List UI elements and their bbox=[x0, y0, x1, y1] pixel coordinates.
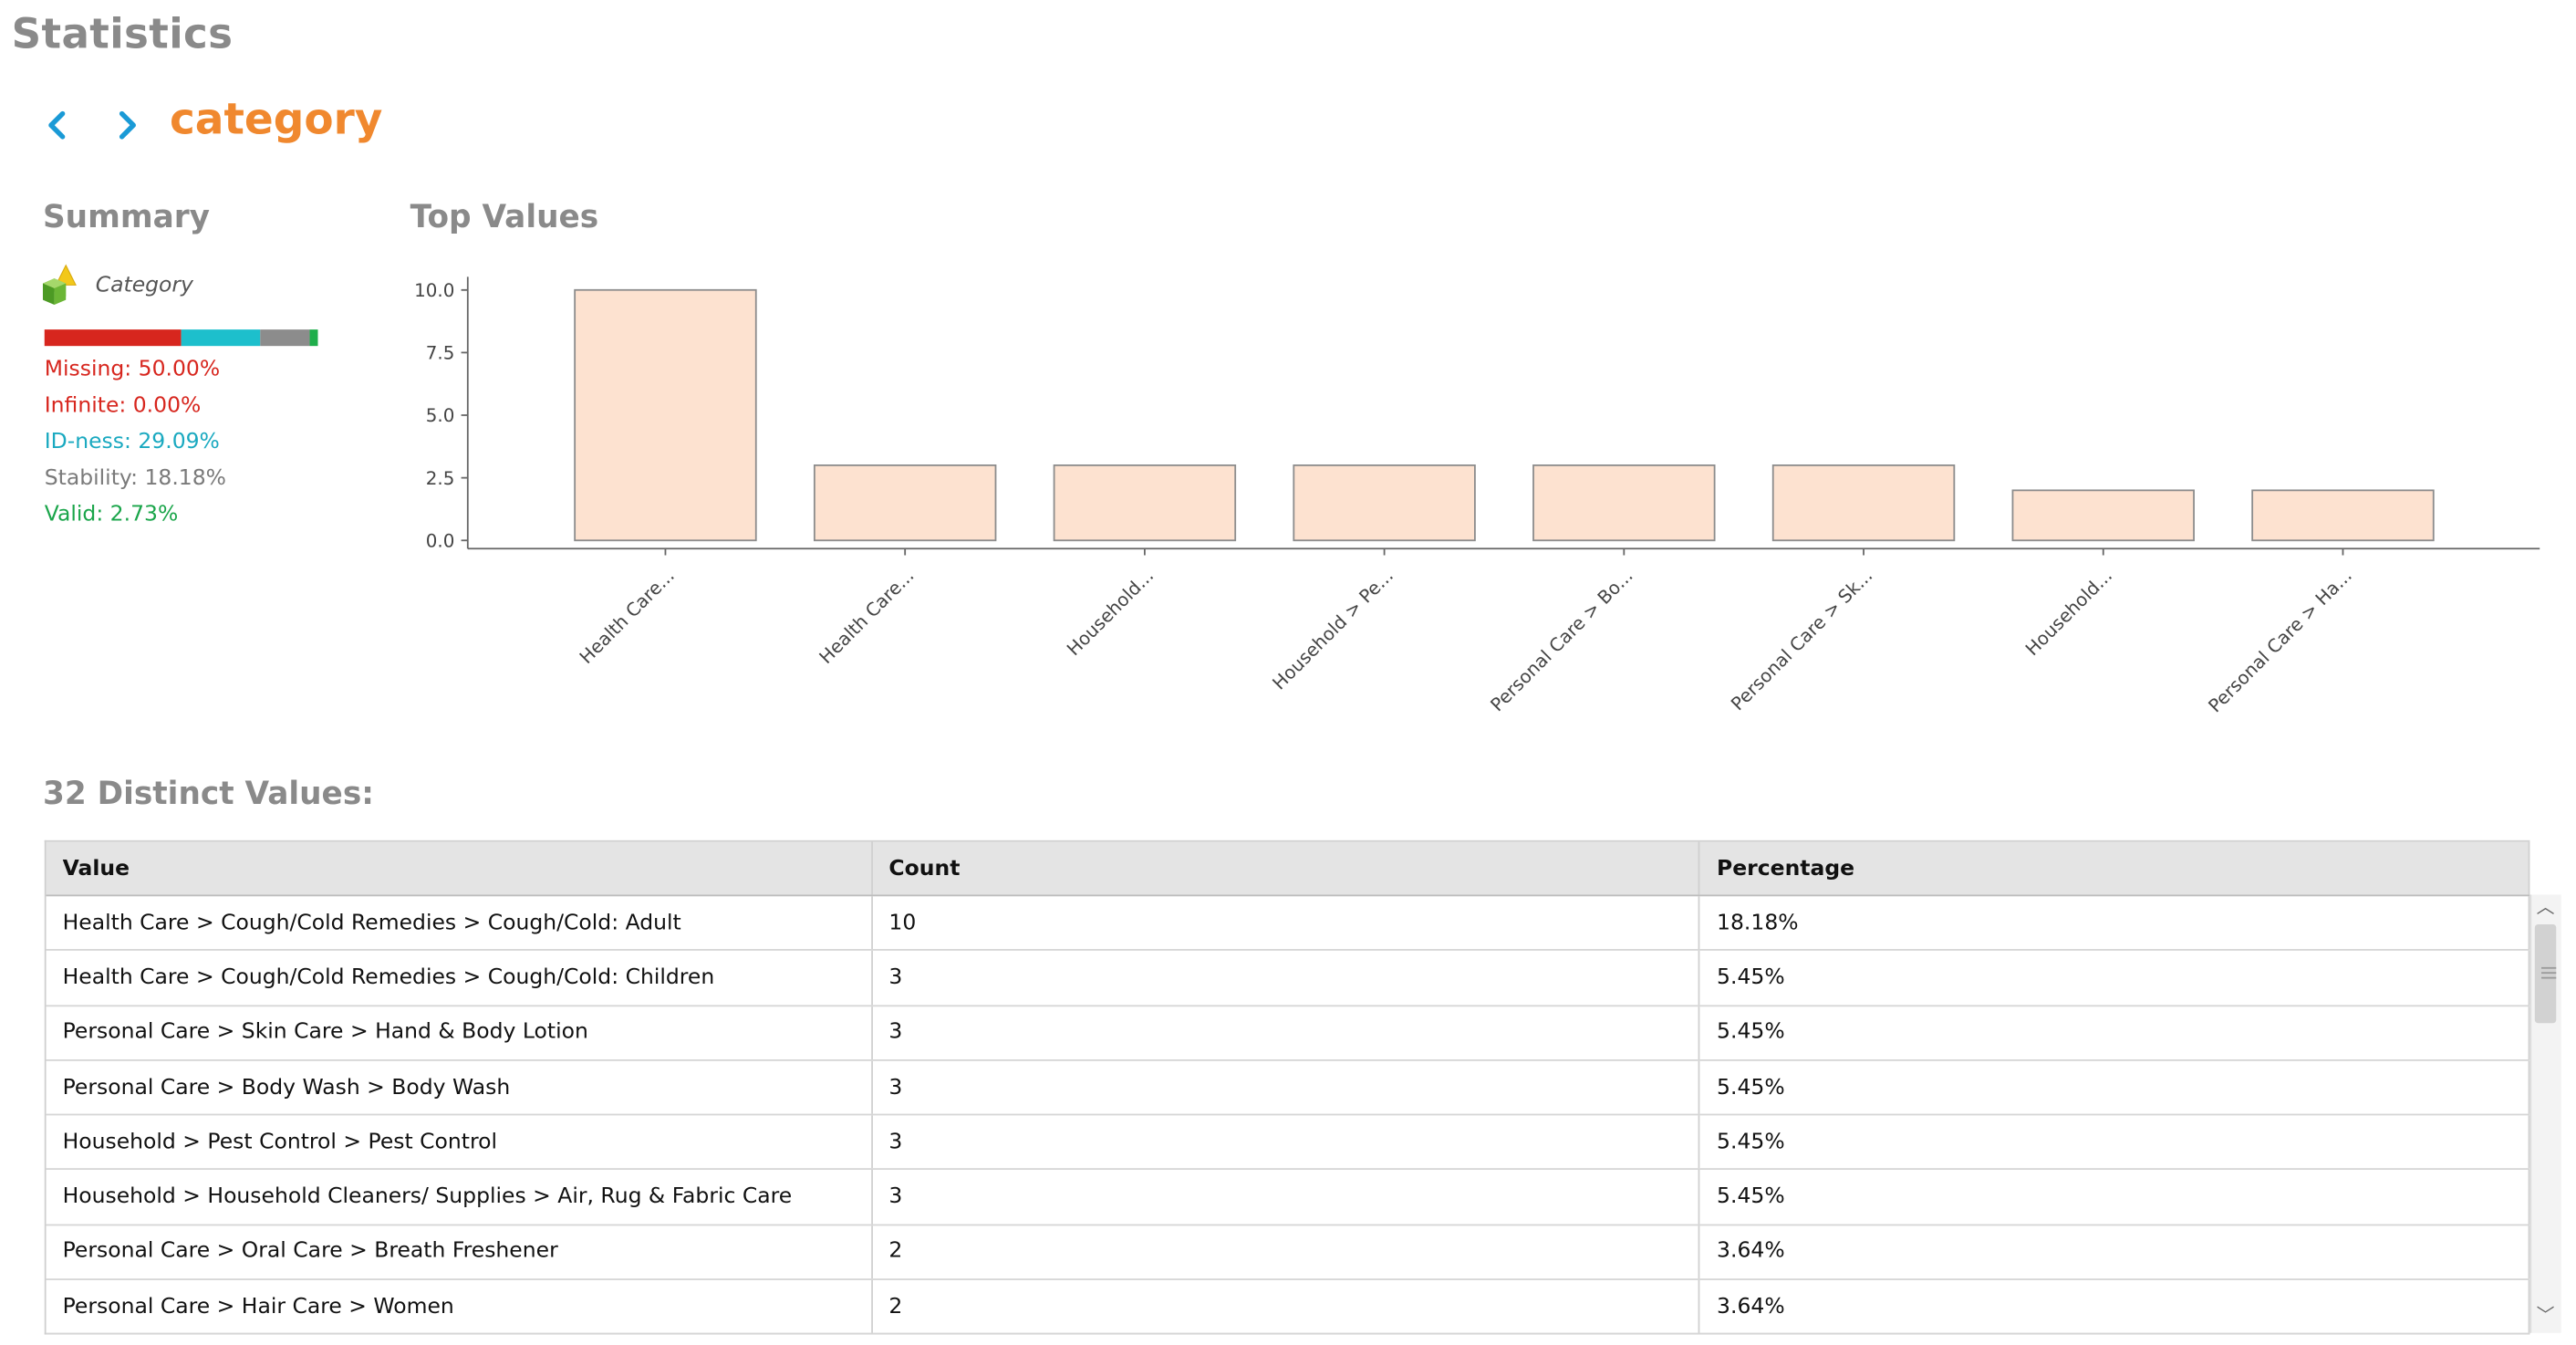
percentage-cell: 5.45% bbox=[1700, 1170, 2530, 1225]
value-cell: Health Care > Cough/Cold Remedies > Coug… bbox=[47, 951, 873, 1005]
column-header-count[interactable]: Count bbox=[872, 841, 1700, 895]
count-cell: 10 bbox=[872, 896, 1700, 950]
y-tick-label: 2.5 bbox=[426, 468, 455, 489]
distinct-values-table: Value Count Percentage Health Care > Cou… bbox=[44, 839, 2530, 1336]
bar bbox=[1771, 464, 1956, 542]
percentage-cell: 5.45% bbox=[1700, 1006, 2530, 1059]
percentage-cell: 5.45% bbox=[1700, 951, 2530, 1005]
x-tick-label: Household... bbox=[2021, 565, 2116, 660]
page-title: Statistics bbox=[11, 9, 234, 58]
count-cell: 3 bbox=[872, 1060, 1700, 1114]
table-scrollbar[interactable]: ︿ ﹀ bbox=[2529, 894, 2561, 1333]
x-tick-label: Health Care... bbox=[576, 565, 679, 668]
table-row[interactable]: Personal Care > Skin Care > Hand & Body … bbox=[46, 1006, 2530, 1061]
x-tick-label: Household... bbox=[1063, 565, 1158, 660]
x-tick-label: Personal Care > Ha... bbox=[2205, 565, 2356, 716]
count-cell: 3 bbox=[872, 951, 1700, 1005]
y-tick-label: 7.5 bbox=[426, 343, 455, 364]
top-values-title: Top Values bbox=[410, 199, 599, 236]
bar bbox=[1053, 464, 1237, 542]
table-body: Health Care > Cough/Cold Remedies > Coug… bbox=[46, 896, 2530, 1336]
count-cell: 3 bbox=[872, 1006, 1700, 1059]
x-tick-label: Health Care... bbox=[815, 565, 919, 668]
type-label: Category bbox=[95, 273, 193, 298]
bar bbox=[1293, 464, 1476, 542]
table-row[interactable]: Household > Household Cleaners/ Supplies… bbox=[46, 1170, 2530, 1225]
quality-segment-id-ness bbox=[181, 329, 261, 347]
percentage-cell: 5.45% bbox=[1700, 1115, 2530, 1170]
bar bbox=[2251, 489, 2435, 542]
table-row[interactable]: Health Care > Cough/Cold Remedies > Coug… bbox=[46, 896, 2530, 952]
stat-infinite: Infinite: 0.00% bbox=[44, 393, 202, 419]
top-values-chart: 0.0 2.5 5.0 7.5 10.0 Health Care... Health Car… bbox=[414, 276, 2540, 716]
stat-missing: Missing: 50.00% bbox=[44, 357, 221, 382]
value-cell: Household > Pest Control > Pest Control bbox=[47, 1115, 873, 1170]
percentage-cell: 18.18% bbox=[1700, 896, 2530, 950]
chevron-left-icon[interactable] bbox=[39, 102, 76, 149]
value-cell: Household > Household Cleaners/ Supplies… bbox=[47, 1170, 873, 1225]
nominal-type-icon bbox=[42, 264, 77, 306]
percentage-cell: 5.45% bbox=[1700, 1060, 2530, 1114]
quality-segment-valid bbox=[310, 329, 318, 347]
column-header-value[interactable]: Value bbox=[47, 841, 873, 895]
y-tick-label: 10.0 bbox=[414, 280, 454, 301]
count-cell: 3 bbox=[872, 1170, 1700, 1225]
percentage-cell: 3.64% bbox=[1700, 1225, 2530, 1279]
bar bbox=[1532, 464, 1716, 542]
stat-stability: Stability: 18.18% bbox=[44, 465, 226, 492]
count-cell: 2 bbox=[872, 1225, 1700, 1279]
table-row[interactable]: Personal Care > Hair Care > Women 2 3.64% bbox=[46, 1280, 2530, 1336]
column-header-percentage[interactable]: Percentage bbox=[1700, 841, 2530, 895]
quality-segment-missing bbox=[44, 329, 182, 347]
count-cell: 2 bbox=[872, 1280, 1700, 1334]
count-cell: 3 bbox=[872, 1115, 1700, 1170]
y-tick-label: 0.0 bbox=[426, 530, 455, 551]
value-cell: Personal Care > Hair Care > Women bbox=[47, 1280, 873, 1334]
percentage-cell: 3.64% bbox=[1700, 1280, 2530, 1334]
scroll-up-icon[interactable]: ︿ bbox=[2537, 897, 2555, 918]
x-tick-label: Personal Care > Bo... bbox=[1487, 565, 1637, 715]
stat-id-ness: ID-ness: 29.09% bbox=[44, 430, 220, 455]
y-tick-label: 5.0 bbox=[426, 405, 455, 426]
quality-bar bbox=[44, 329, 318, 347]
table-row[interactable]: Household > Pest Control > Pest Control 3… bbox=[46, 1115, 2530, 1171]
table-row[interactable]: Personal Care > Body Wash > Body Wash 3 5.… bbox=[46, 1060, 2530, 1116]
bar bbox=[2011, 489, 2195, 542]
bar bbox=[574, 288, 757, 542]
bar bbox=[813, 464, 997, 542]
table-header: Value Count Percentage bbox=[46, 841, 2530, 897]
value-cell: Personal Care > Oral Care > Breath Fresh… bbox=[47, 1225, 873, 1279]
scroll-thumb[interactable] bbox=[2534, 923, 2557, 1024]
table-row[interactable]: Personal Care > Oral Care > Breath Fresh… bbox=[46, 1225, 2530, 1281]
x-tick-label: Personal Care > Sk... bbox=[1727, 565, 1876, 714]
chevron-right-icon[interactable] bbox=[109, 102, 145, 149]
table-row[interactable]: Health Care > Cough/Cold Remedies > Coug… bbox=[46, 951, 2530, 1006]
x-tick-label: Household > Pe... bbox=[1269, 565, 1397, 693]
summary-title: Summary bbox=[42, 199, 211, 236]
value-cell: Personal Care > Body Wash > Body Wash bbox=[47, 1060, 873, 1114]
distinct-values-title: 32 Distinct Values: bbox=[42, 776, 374, 813]
scroll-down-icon[interactable]: ﹀ bbox=[2537, 1306, 2555, 1327]
value-cell: Personal Care > Skin Care > Hand & Body … bbox=[47, 1006, 873, 1059]
attribute-name: category bbox=[169, 95, 383, 145]
stat-valid: Valid: 2.73% bbox=[44, 502, 179, 527]
value-cell: Health Care > Cough/Cold Remedies > Coug… bbox=[47, 896, 873, 950]
quality-segment-stability bbox=[260, 329, 311, 347]
